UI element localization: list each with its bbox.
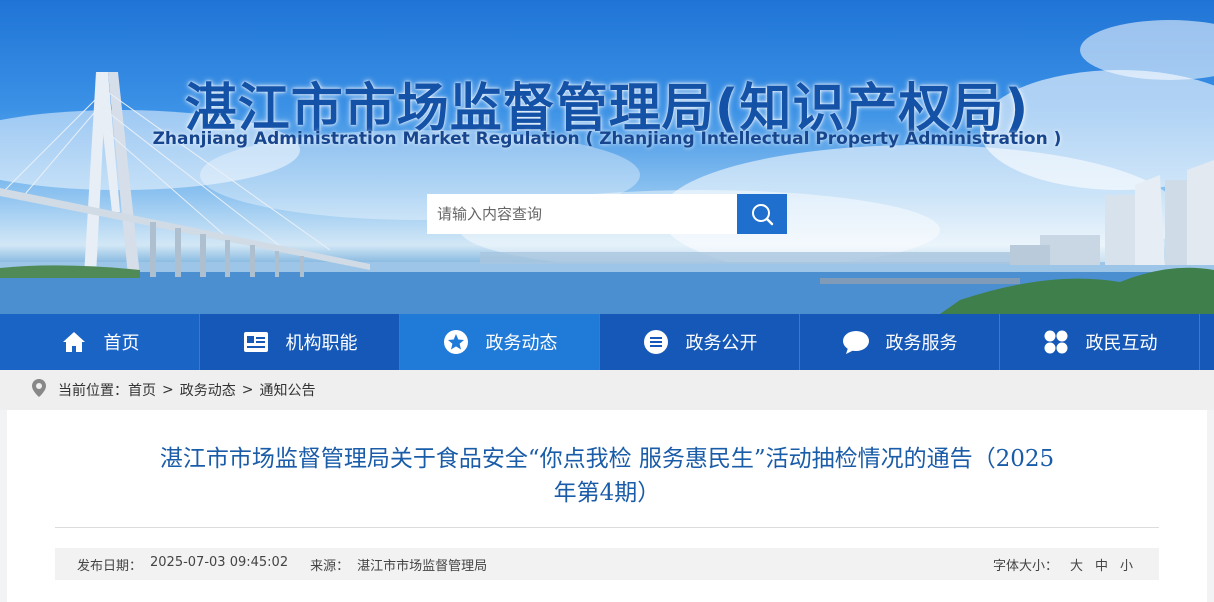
site-title-english: Zhanjiang Administration Market Regulati… xyxy=(152,129,1062,149)
font-size-large-button[interactable]: 大 xyxy=(1070,555,1083,574)
nav-item-label: 政务服务 xyxy=(885,333,958,354)
nav-item-interaction[interactable]: 政民互动 xyxy=(1000,314,1200,370)
breadcrumb-prefix: 当前位置： xyxy=(58,383,128,399)
search-bar xyxy=(427,194,787,234)
nav-item-label: 机构职能 xyxy=(285,333,358,354)
article-panel: 湛江市市场监督管理局关于食品安全“你点我检 服务惠民生”活动抽检情况的通告（20… xyxy=(7,410,1207,602)
article-title: 湛江市市场监督管理局关于食品安全“你点我检 服务惠民生”活动抽检情况的通告（20… xyxy=(97,442,1117,510)
grid-icon xyxy=(1042,328,1070,356)
breadcrumb-notices-link[interactable]: 通知公告 xyxy=(259,380,315,400)
title-divider xyxy=(55,527,1159,528)
font-size-label: 字体大小： xyxy=(992,558,1058,574)
nav-item-label: 政务动态 xyxy=(485,333,558,354)
banner-scenery-image xyxy=(0,20,1214,314)
breadcrumb-news-link[interactable]: 政务动态 xyxy=(180,380,236,400)
nav-item-organization[interactable]: 机构职能 xyxy=(200,314,400,370)
home-icon xyxy=(60,328,88,356)
breadcrumb-separator: > xyxy=(241,382,254,398)
source-label: 来源： xyxy=(310,558,350,574)
breadcrumb-home-link[interactable]: 首页 xyxy=(128,380,156,400)
publish-date-label: 发布日期： xyxy=(77,558,143,574)
header-banner: 湛江市市场监督管理局(知识产权局) Zhanjiang Administrati… xyxy=(0,0,1214,314)
nav-item-news[interactable]: 政务动态 xyxy=(400,314,600,370)
main-nav: 首页 机构职能 政务动态 政务公开 政务服务 政民互动 xyxy=(0,314,1214,370)
breadcrumb: 当前位置： 首页 > 政务动态 > 通知公告 xyxy=(0,370,1214,410)
nav-item-home[interactable]: 首页 xyxy=(0,314,200,370)
nav-item-label: 政民互动 xyxy=(1085,333,1158,354)
id-card-icon xyxy=(242,328,270,356)
nav-item-services[interactable]: 政务服务 xyxy=(800,314,1000,370)
menu-circle-icon xyxy=(642,328,670,356)
source-value: 湛江市市场监督管理局 xyxy=(357,558,488,574)
search-icon xyxy=(752,204,774,226)
chat-bubble-icon xyxy=(842,328,870,356)
nav-item-label: 首页 xyxy=(103,333,140,354)
article-title-line: 湛江市市场监督管理局关于食品安全“你点我检 服务惠民生”活动抽检情况的通告（20… xyxy=(159,446,1055,472)
location-pin-icon xyxy=(32,379,46,401)
search-input[interactable] xyxy=(427,194,737,234)
nav-item-label: 政务公开 xyxy=(685,333,758,354)
star-icon xyxy=(442,328,470,356)
article-meta-bar: 发布日期： 2025-07-03 09:45:02 来源： 湛江市市场监督管理局… xyxy=(55,548,1159,580)
nav-item-open-government[interactable]: 政务公开 xyxy=(600,314,800,370)
font-size-medium-button[interactable]: 中 xyxy=(1095,555,1108,574)
publish-date: 2025-07-03 09:45:02 xyxy=(150,554,289,570)
article-title-line: 年第4期） xyxy=(553,480,661,506)
search-button[interactable] xyxy=(737,194,787,234)
font-size-small-button[interactable]: 小 xyxy=(1120,555,1133,574)
breadcrumb-separator: > xyxy=(162,382,174,398)
